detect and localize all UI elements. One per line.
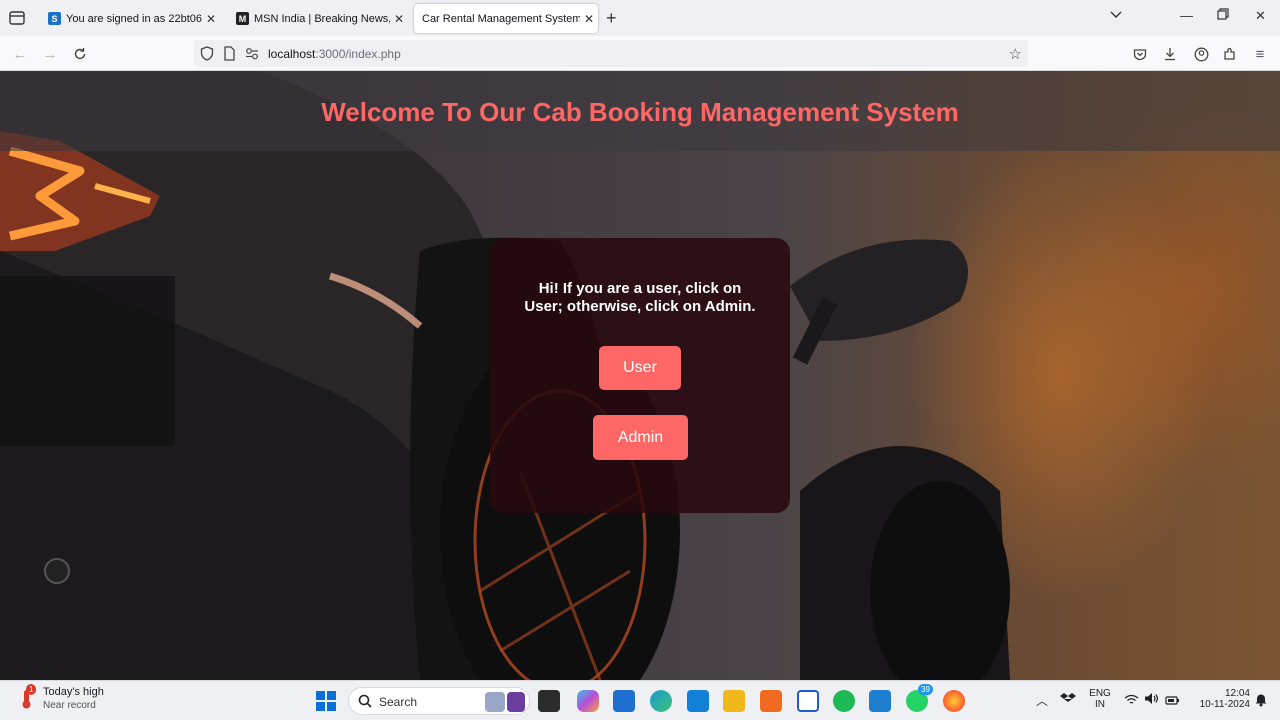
region-code: IN (1095, 699, 1105, 710)
tab-close-icon[interactable]: ✕ (580, 12, 598, 26)
volume-icon[interactable] (1144, 692, 1159, 710)
tab-title: MSN India | Breaking News, Ent (254, 12, 390, 25)
page-content: Welcome To Our Cab Booking Management Sy… (0, 71, 1280, 680)
bookmark-star-icon[interactable]: ☆ (1009, 45, 1022, 63)
role-instruction-text: Hi! If you are a user, click on User; ot… (524, 280, 756, 315)
notification-bell-icon[interactable] (1254, 692, 1268, 712)
search-label: Search (379, 695, 418, 709)
whatsapp-icon[interactable]: 39 (906, 684, 933, 712)
weather-title: Today's high (43, 686, 104, 698)
url-path: :3000/index.php (315, 47, 401, 61)
tab-close-icon[interactable]: ✕ (390, 12, 408, 26)
page-title: Welcome To Our Cab Booking Management Sy… (321, 97, 959, 127)
user-button[interactable]: User (599, 346, 681, 390)
forward-arrow-icon[interactable]: → (40, 44, 60, 64)
extensions-icon[interactable] (1220, 44, 1240, 64)
whatsapp-badge: 39 (918, 684, 933, 695)
close-window-icon[interactable]: ✕ (1255, 8, 1266, 24)
desktop-app-icon[interactable] (687, 690, 709, 712)
tab-title: You are signed in as 22bt067 (66, 12, 202, 25)
account-icon[interactable] (1191, 44, 1211, 64)
search-highlight-icon (485, 692, 505, 712)
tab-favicon-icon: M (236, 12, 249, 25)
url-text[interactable]: localhost:3000/index.php (268, 47, 401, 61)
browser-tab-strip: S You are signed in as 22bt067 ✕ M MSN I… (0, 0, 1280, 36)
url-host: localhost (268, 47, 316, 61)
navigation-bar: ← → localhost:3000/index.php ☆ ≡ (0, 36, 1280, 71)
weather-widget[interactable]: 1 Today's high Near record (18, 683, 104, 711)
role-selection-card: Hi! If you are a user, click on User; ot… (490, 238, 790, 513)
store-icon[interactable] (613, 690, 635, 712)
file-explorer-icon[interactable] (723, 690, 745, 712)
tab-car-rental[interactable]: Car Rental Management System ✕ (414, 4, 598, 33)
tab-msn[interactable]: M MSN India | Breaking News, Ent ✕ (228, 4, 408, 33)
menu-icon[interactable]: ≡ (1250, 44, 1270, 64)
edge-browser-icon[interactable] (650, 690, 672, 712)
tab-signed-in[interactable]: S You are signed in as 22bt067 ✕ (40, 4, 220, 33)
maximize-icon[interactable] (1217, 8, 1229, 23)
url-bar[interactable]: localhost:3000/index.php ☆ (194, 40, 1028, 67)
weather-badge: 1 (26, 683, 37, 695)
search-icon (358, 694, 372, 713)
xampp-icon[interactable] (760, 690, 782, 712)
task-view-icon[interactable] (538, 690, 560, 712)
wifi-icon[interactable] (1124, 693, 1139, 711)
tray-chevron-up-icon[interactable]: ︿ (1036, 692, 1048, 709)
back-arrow-icon[interactable]: ← (10, 44, 30, 64)
weather-subtitle: Near record (43, 700, 96, 711)
battery-icon[interactable] (1165, 693, 1180, 711)
copilot-icon[interactable] (577, 690, 599, 712)
downloads-icon[interactable] (1160, 44, 1180, 64)
tab-list-icon[interactable] (6, 8, 28, 28)
taskbar: 1 Today's high Near record Search 39 ︿ E… (0, 680, 1280, 720)
clock-time: 12:04 (1224, 688, 1250, 699)
admin-button[interactable]: Admin (593, 415, 688, 460)
language-indicator[interactable]: ENG IN (1088, 688, 1112, 710)
tab-favicon-icon: S (48, 12, 61, 25)
search-highlight-icon-2 (507, 692, 525, 712)
taskbar-search[interactable]: Search (348, 687, 530, 715)
pocket-icon[interactable] (1130, 44, 1150, 64)
tab-title: Car Rental Management System (422, 12, 580, 25)
thermometer-icon: 1 (18, 683, 37, 710)
new-tab-icon[interactable]: + (606, 8, 617, 29)
remote-app-icon[interactable] (797, 690, 819, 712)
list-all-tabs-icon[interactable] (1109, 8, 1123, 23)
spotify-icon[interactable] (833, 690, 855, 712)
dropbox-icon[interactable] (1060, 692, 1076, 706)
minimize-icon[interactable]: — (1180, 8, 1193, 23)
firefox-icon[interactable] (943, 690, 965, 712)
clock-date: 10-11-2024 (1199, 699, 1250, 710)
tab-close-icon[interactable]: ✕ (202, 12, 220, 26)
reload-icon[interactable] (70, 44, 90, 64)
page-info-icon[interactable] (223, 46, 235, 66)
clock[interactable]: 12:04 10-11-2024 (1188, 688, 1250, 710)
language-code: ENG (1089, 688, 1111, 699)
permissions-icon[interactable] (245, 47, 259, 65)
tracking-shield-icon[interactable] (200, 46, 214, 66)
windows-start-icon[interactable] (315, 690, 337, 712)
vscode-icon[interactable] (869, 690, 891, 712)
